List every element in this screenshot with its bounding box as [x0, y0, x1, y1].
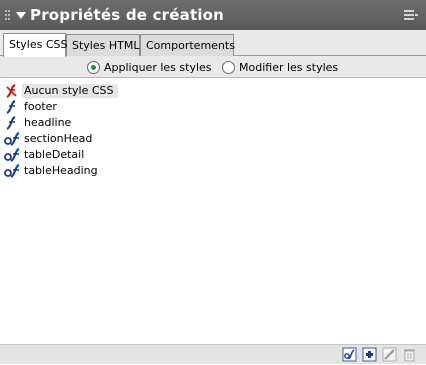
css-style-list: Aucun style CSS footer headline sectionH… [0, 78, 426, 344]
css-style-icon [4, 99, 22, 114]
edit-style-icon[interactable] [382, 347, 397, 362]
linked-css-style-icon [4, 163, 22, 178]
grip-icon[interactable] [5, 10, 11, 22]
list-item[interactable]: Aucun style CSS [4, 83, 118, 98]
panel-options-menu-icon[interactable] [404, 10, 418, 22]
design-properties-panel: Propriétés de création Styles CSS Styles… [0, 0, 426, 364]
panel-title-bar[interactable]: Propriétés de création [0, 0, 426, 30]
edit-styles-radio[interactable]: Modifier les styles [222, 59, 338, 75]
style-mode-options: Appliquer les styles Modifier les styles [0, 56, 426, 78]
list-item[interactable]: sectionHead [4, 131, 96, 146]
panel-tabs: Styles CSS Styles HTML Comportements [0, 30, 426, 57]
tab-css-styles[interactable]: Styles CSS [3, 33, 68, 57]
radio-selected-indicator[interactable] [87, 60, 100, 74]
tab-behaviors[interactable]: Comportements [140, 34, 235, 56]
list-item[interactable]: tableDetail [4, 147, 88, 162]
radio-unselected-indicator[interactable] [222, 60, 235, 74]
panel-title: Propriétés de création [30, 6, 225, 24]
list-item[interactable]: headline [4, 115, 75, 130]
panel-footer-toolbar [0, 344, 426, 364]
apply-styles-radio[interactable]: Appliquer les styles [87, 59, 212, 75]
list-item[interactable]: tableHeading [4, 163, 102, 178]
tab-html-styles[interactable]: Styles HTML [66, 34, 140, 56]
linked-css-style-icon [4, 147, 22, 162]
list-item[interactable]: footer [4, 99, 61, 114]
linked-css-style-icon [4, 131, 22, 146]
collapse-triangle-icon[interactable] [16, 12, 26, 19]
list-item-label: tableHeading [24, 163, 98, 177]
list-item-label: Aucun style CSS [22, 83, 118, 98]
apply-styles-label: Appliquer les styles [104, 60, 212, 74]
no-style-icon [4, 83, 22, 98]
new-style-icon[interactable] [362, 347, 377, 362]
edit-styles-label: Modifier les styles [239, 60, 339, 74]
list-item-label: footer [24, 99, 57, 113]
css-style-icon [4, 115, 22, 130]
list-item-label: headline [24, 115, 72, 129]
attach-stylesheet-icon[interactable] [342, 347, 357, 362]
delete-style-icon[interactable] [402, 347, 417, 362]
list-item-label: tableDetail [24, 147, 85, 161]
list-item-label: sectionHead [24, 131, 93, 145]
